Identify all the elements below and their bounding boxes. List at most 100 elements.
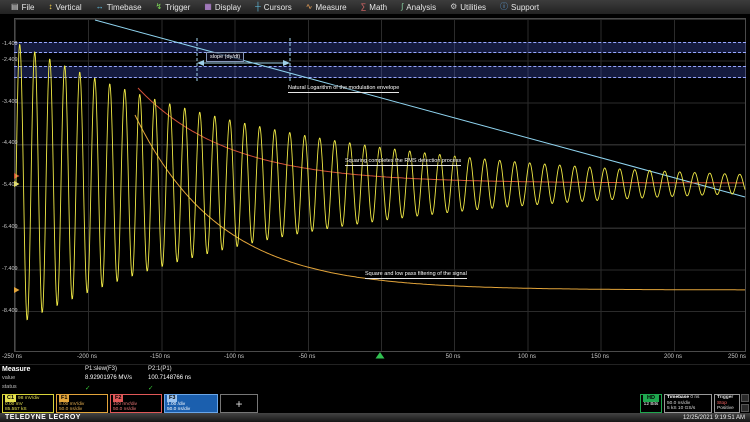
measure-icon: ∿ <box>306 3 313 11</box>
measure-p2-value: 100.7148766 ns <box>148 375 191 381</box>
datetime-display: 12/25/2021 9:19:51 AM <box>683 415 745 421</box>
f1-level-marker[interactable] <box>14 287 20 293</box>
menu-item-display[interactable]: ▦Display <box>197 0 248 15</box>
right-badge-2[interactable] <box>741 404 749 412</box>
trigger-time-marker[interactable] <box>376 352 385 359</box>
f3-chip: F3 <box>167 395 177 402</box>
timebase-icon: ↔ <box>96 3 104 11</box>
x-axis-label: -50 ns <box>285 354 329 360</box>
f2-chip: F2 <box>113 395 123 402</box>
analysis-icon: ∫ <box>401 3 403 11</box>
y-axis-label: -4.409 <box>2 140 18 146</box>
menu-bar: ▤File ↕Vertical ↔Timebase ↯Trigger ▦Disp… <box>0 0 750 15</box>
x-axis-label: -250 ns <box>2 354 46 360</box>
trigger-icon: ↯ <box>156 3 163 11</box>
f1-chip: F1 <box>59 395 69 402</box>
x-axis-label: -150 ns <box>138 354 182 360</box>
trace-f1-lowpass <box>135 115 745 290</box>
measure-p1-value: 8.92901976 MV/s <box>85 375 132 381</box>
waveform-display: slope (dy/dt) Natural Logarithm of the m… <box>0 15 750 364</box>
hd-bits: 12 Bits <box>643 402 659 408</box>
channel-c1-descriptor[interactable]: C198 mV/div 0.00 mV 85.557 kS <box>2 394 54 413</box>
y-axis-label: -1.409 <box>2 41 18 47</box>
math-f2-descriptor[interactable]: F2 100 mV/div 50.0 ns/div <box>110 394 162 413</box>
timebase-title: Timebase <box>667 395 689 400</box>
hd-mode-badge: HD 12 Bits <box>640 394 662 413</box>
menu-label-timebase: Timebase <box>107 3 142 12</box>
timebase-descriptor[interactable]: Timebase 0 ns 50.0 ns/div 5 kS 10 GS/s <box>664 394 712 413</box>
menu-label-display: Display <box>215 3 241 12</box>
descriptor-row: C198 mV/div 0.00 mV 85.557 kS F1 5.00 mV… <box>0 394 750 413</box>
measure-p2-header[interactable]: P2:1(P1) <box>148 366 172 372</box>
c1-samples: 85.557 kS <box>5 407 51 413</box>
c1-scale: 98 mV/div <box>18 396 39 401</box>
menu-label-file: File <box>22 3 35 12</box>
measure-p1-header[interactable]: P1:slew(F3) <box>85 366 117 372</box>
trigger-slope: Positive <box>717 406 737 412</box>
f1-hscale: 50.0 ns/div <box>59 407 105 413</box>
menu-item-math[interactable]: ∑Math <box>354 0 395 15</box>
utilities-icon: ⚙ <box>450 3 457 11</box>
measure-title: Measure <box>2 366 30 373</box>
menu-label-cursors: Cursors <box>264 3 292 12</box>
annotation-slope: slope (dy/dt) <box>206 52 244 62</box>
menu-label-math: Math <box>369 3 387 12</box>
menu-item-trigger[interactable]: ↯Trigger <box>149 0 198 15</box>
c1-chip: C1 <box>5 395 16 402</box>
y-axis-label: -2.409 <box>2 57 18 63</box>
f2-hscale: 50.0 ns/div <box>113 407 159 413</box>
menu-label-vertical: Vertical <box>55 3 81 12</box>
menu-item-analysis[interactable]: ∫Analysis <box>394 0 443 15</box>
y-axis-label: -6.409 <box>2 224 18 230</box>
menu-label-utilities: Utilities <box>460 3 486 12</box>
trigger-title: Trigger <box>717 395 733 400</box>
menu-item-utilities[interactable]: ⚙Utilities <box>443 0 493 15</box>
x-axis-label: 150 ns <box>578 354 622 360</box>
trace-canvas <box>0 15 750 364</box>
x-axis-label: 250 ns <box>700 354 746 360</box>
menu-label-support: Support <box>511 3 539 12</box>
measure-panel: Measure value status P1:slew(F3) 8.92901… <box>0 364 750 395</box>
slope-arrowhead-left <box>197 60 204 66</box>
trace-f3-ln <box>95 20 745 197</box>
y-axis-label: -8.409 <box>2 308 18 314</box>
vertical-icon: ↕ <box>48 3 52 11</box>
trigger-descriptor[interactable]: Trigger Stop Positive <box>714 394 740 413</box>
x-axis-label: 100 ns <box>505 354 549 360</box>
timebase-sampling: 5 kS 10 GS/s <box>667 406 709 412</box>
menu-item-vertical[interactable]: ↕Vertical <box>41 0 88 15</box>
menu-item-file[interactable]: ▤File <box>4 0 41 15</box>
menu-item-support[interactable]: ⓘSupport <box>493 0 546 15</box>
annotation-lowpass: Square and low pass filtering of the sig… <box>365 271 467 279</box>
menu-item-timebase[interactable]: ↔Timebase <box>89 0 149 15</box>
timebase-offset: 0 ns <box>690 395 699 400</box>
annotation-rms: Squaring completes the RMS detection pro… <box>345 158 461 166</box>
measure-p1-status-check-icon: ✓ <box>85 384 90 392</box>
y-axis-label: -3.409 <box>2 99 18 105</box>
file-icon: ▤ <box>11 3 19 11</box>
cursors-icon: ┼ <box>255 3 261 11</box>
f2-level-marker[interactable] <box>14 173 20 179</box>
measure-p2-status-check-icon: ✓ <box>148 384 153 392</box>
math-f1-descriptor[interactable]: F1 5.00 mV/div 50.0 ns/div <box>56 394 108 413</box>
x-axis-label: -200 ns <box>65 354 109 360</box>
slope-arrowhead-right <box>283 60 290 66</box>
menu-label-measure: Measure <box>315 3 346 12</box>
add-trace-button[interactable]: + <box>220 394 258 413</box>
right-badge-1[interactable] <box>741 394 749 402</box>
x-axis-label: 50 ns <box>431 354 475 360</box>
menu-label-analysis: Analysis <box>406 3 436 12</box>
f3-hscale: 50.0 ns/div <box>167 407 215 413</box>
display-icon: ▦ <box>204 3 212 11</box>
measure-row-status-label: status <box>2 384 17 390</box>
y-axis-label: -7.409 <box>2 266 18 272</box>
menu-item-measure[interactable]: ∿Measure <box>299 0 354 15</box>
menu-label-trigger: Trigger <box>165 3 190 12</box>
math-icon: ∑ <box>361 3 367 11</box>
menu-item-cursors[interactable]: ┼Cursors <box>248 0 299 15</box>
x-axis-label: -100 ns <box>212 354 256 360</box>
status-bar: TELEDYNE LECROY 12/25/2021 9:19:51 AM <box>0 413 750 422</box>
measure-row-value-label: value <box>2 375 15 381</box>
brand-logo: TELEDYNE LECROY <box>5 414 81 421</box>
math-f3-descriptor-selected[interactable]: F3 1.00 /div 50.0 ns/div <box>164 394 218 413</box>
